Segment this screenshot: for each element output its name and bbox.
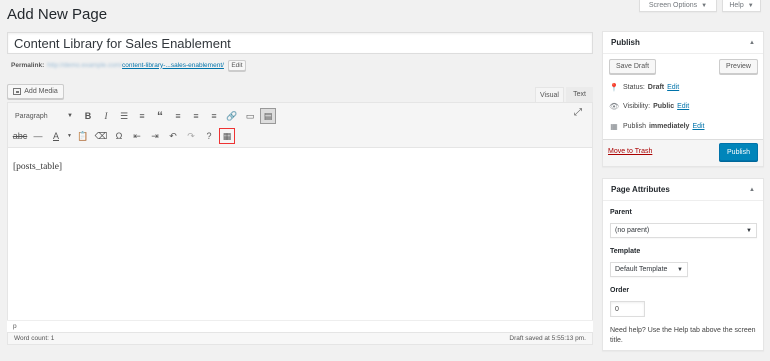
redo-icon[interactable]: ↷: [183, 128, 199, 144]
screen-options-tab[interactable]: Screen Options ▼: [639, 0, 717, 12]
visibility-value: Public: [653, 102, 675, 110]
chevron-down-icon: ▼: [746, 227, 752, 234]
fullscreen-icon[interactable]: ⤢: [574, 107, 582, 118]
collapse-icon[interactable]: ▲: [749, 187, 755, 193]
align-left-icon[interactable]: ≡: [170, 108, 186, 124]
help-icon[interactable]: ?: [201, 128, 217, 144]
permalink-label: Permalink:: [11, 61, 45, 69]
format-select[interactable]: Paragraph ▼: [12, 109, 76, 123]
permalink-row: Permalink: http://demo.example.com/ cont…: [11, 59, 246, 71]
move-to-trash-link[interactable]: Move to Trash: [608, 148, 652, 155]
publish-date-row: ▦ Publish immediately Edit: [609, 120, 704, 132]
horizontal-line-icon[interactable]: —: [30, 128, 46, 144]
template-label: Template: [610, 248, 641, 255]
paste-text-icon[interactable]: 📋: [75, 128, 91, 144]
order-label: Order: [610, 287, 630, 294]
page-attributes-header[interactable]: Page Attributes ▲: [603, 179, 763, 201]
chevron-down-icon[interactable]: ▼: [66, 128, 73, 144]
clear-formatting-icon[interactable]: ⌫: [93, 128, 109, 144]
align-right-icon[interactable]: ≡: [206, 108, 222, 124]
eye-icon: 👁: [609, 101, 620, 111]
numbered-list-icon[interactable]: ≡: [134, 108, 150, 124]
publish-box-title: Publish: [611, 38, 640, 47]
template-select[interactable]: Default Template ▼: [610, 262, 688, 277]
format-select-value: Paragraph: [15, 112, 48, 120]
status-row: 📍 Status: Draft Edit: [609, 81, 679, 93]
page-attributes-title: Page Attributes: [611, 185, 670, 194]
parent-label: Parent: [610, 209, 632, 216]
permalink-edit-button[interactable]: Edit: [227, 59, 246, 71]
publish-date-edit-link[interactable]: Edit: [692, 123, 704, 130]
save-draft-button[interactable]: Save Draft: [609, 59, 656, 74]
visibility-row: 👁 Visibility: Public Edit: [609, 100, 689, 112]
indent-icon[interactable]: ⇥: [147, 128, 163, 144]
preview-button[interactable]: Preview: [719, 59, 758, 74]
post-title-input[interactable]: Content Library for Sales Enablement: [7, 32, 593, 54]
status-value: Draft: [647, 83, 665, 91]
pin-icon: 📍: [609, 82, 619, 92]
caret-down-icon: ▼: [701, 2, 708, 9]
publish-date-label: Publish: [623, 122, 646, 130]
parent-select[interactable]: (no parent) ▼: [610, 223, 757, 238]
calendar-icon: ▦: [610, 121, 618, 131]
visibility-label: Visibility:: [623, 102, 651, 110]
word-count: Word count: 1: [14, 335, 55, 342]
tab-visual[interactable]: Visual: [535, 87, 564, 102]
parent-select-value: (no parent): [615, 227, 650, 234]
italic-icon[interactable]: I: [98, 108, 114, 124]
add-media-label: Add Media: [24, 88, 58, 95]
collapse-icon[interactable]: ▲: [749, 40, 755, 46]
editor-footer: Word count: 1 Draft saved at 5:55:13 pm.: [7, 332, 593, 345]
permalink-slug[interactable]: content-library-...sales-enablement/: [122, 62, 224, 69]
chevron-down-icon: ▼: [67, 113, 73, 119]
permalink-base[interactable]: http://demo.example.com/: [47, 62, 122, 69]
media-icon: [13, 88, 22, 95]
editor-content[interactable]: [posts_table]: [13, 162, 62, 172]
status-edit-link[interactable]: Edit: [667, 84, 679, 91]
caret-down-icon: ▼: [747, 2, 754, 9]
publish-button[interactable]: Publish: [719, 143, 758, 161]
toolbar-toggle-icon[interactable]: ▤: [260, 108, 276, 124]
publish-date-value: immediately: [648, 122, 690, 130]
screen-options-label: Screen Options: [648, 2, 698, 9]
attributes-help-text: Need help? Use the Help tab above the sc…: [610, 327, 756, 344]
undo-icon[interactable]: ↶: [165, 128, 181, 144]
posts-table-icon[interactable]: ▦: [219, 128, 235, 144]
publish-box-header[interactable]: Publish ▲: [603, 32, 763, 54]
template-select-value: Default Template: [615, 266, 668, 273]
bold-icon[interactable]: B: [80, 108, 96, 124]
text-color-icon[interactable]: A: [48, 128, 64, 144]
add-media-button[interactable]: Add Media: [7, 84, 64, 99]
page-title: Add New Page: [7, 6, 108, 23]
editor-toolbar: Paragraph ▼ B I ☰ ≡ “ ≡ ≡ ≡ 🔗 ▭ ▤ abc — …: [7, 102, 593, 148]
chevron-down-icon: ▼: [677, 266, 683, 273]
strikethrough-icon[interactable]: abc: [12, 128, 28, 144]
align-center-icon[interactable]: ≡: [188, 108, 204, 124]
outdent-icon[interactable]: ⇤: [129, 128, 145, 144]
editor-path: p: [7, 320, 593, 332]
help-tab[interactable]: Help ▼: [722, 0, 761, 12]
bullet-list-icon[interactable]: ☰: [116, 108, 132, 124]
special-character-icon[interactable]: Ω: [111, 128, 127, 144]
blockquote-icon[interactable]: “: [152, 108, 168, 124]
order-input[interactable]: 0: [610, 301, 645, 317]
help-label: Help: [729, 2, 744, 9]
tab-text[interactable]: Text: [566, 87, 593, 102]
link-icon[interactable]: 🔗: [224, 108, 240, 124]
visibility-edit-link[interactable]: Edit: [677, 103, 689, 110]
status-label: Status:: [623, 83, 645, 91]
draft-saved-status: Draft saved at 5:55:13 pm.: [509, 335, 586, 342]
read-more-icon[interactable]: ▭: [242, 108, 258, 124]
